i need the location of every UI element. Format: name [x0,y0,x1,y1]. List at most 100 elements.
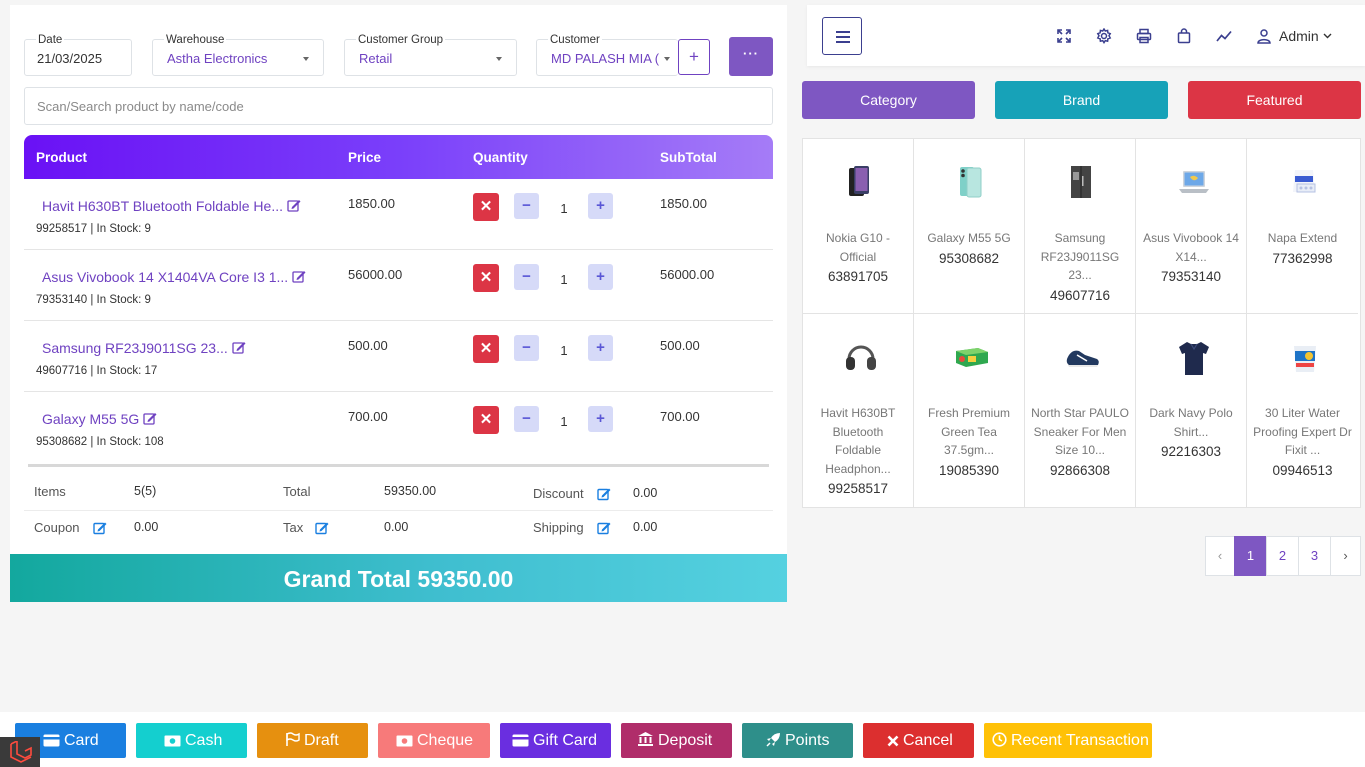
product-card[interactable]: North Star PAULO Sneaker For Men Size 10… [1025,314,1136,508]
header-product: Product [36,150,88,165]
product-code: 92216303 [1160,444,1222,459]
user-menu[interactable]: Admin [1279,28,1332,44]
credit-card-icon [43,725,60,760]
decrease-qty-button[interactable]: − [514,264,539,290]
product-card[interactable]: Havit H630BT Bluetooth Foldable Headphon… [803,314,914,508]
product-card[interactable]: Fresh Premium Green Tea 37.5gm... 1908539… [914,314,1025,508]
product-name: Napa Extend [1267,231,1338,245]
money-bill-icon [164,725,181,760]
remove-item-button[interactable]: ✕ [473,406,499,434]
increase-qty-button[interactable]: + [588,406,613,432]
date-value: 21/03/2025 [37,51,103,66]
tab-category[interactable]: Category [802,81,975,119]
pagination-page-2[interactable]: 2 [1266,536,1299,576]
edit-icon[interactable] [287,199,301,215]
tea-box-icon [954,339,988,375]
shipping-value: 0.00 [633,520,658,534]
decrease-qty-button[interactable]: − [514,406,539,432]
shirt-icon [1176,339,1209,375]
product-card[interactable]: 30 Liter Water Proofing Expert Dr Fixit … [1247,314,1358,508]
printer-icon[interactable] [1136,28,1152,44]
header-quantity: Quantity [473,150,528,165]
cart-subtotal: 1850.00 [660,196,707,211]
product-card[interactable]: Samsung RF23J9011SG 23... 49607716 [1025,139,1136,314]
remove-item-button[interactable]: ✕ [473,335,499,363]
product-card[interactable]: Napa Extend 77362998 [1247,139,1358,314]
product-card[interactable]: Dark Navy Polo Shirt... 92216303 [1136,314,1247,508]
qty-input[interactable]: 1 [554,201,574,216]
deposit-button[interactable]: Deposit [621,723,732,758]
increase-qty-button[interactable]: + [588,193,613,219]
gear-icon[interactable] [1096,27,1112,44]
bank-icon [637,725,654,760]
cart-product-meta: 99258517 | In Stock: 9 [36,223,151,235]
warehouse-select[interactable]: Warehouse Astha Electronics [152,33,324,76]
pagination-next[interactable]: › [1330,536,1361,576]
edit-coupon-icon[interactable] [93,521,107,535]
pagination-page-3[interactable]: 3 [1298,536,1331,576]
decrease-qty-button[interactable]: − [514,335,539,361]
product-card[interactable]: Nokia G10 - Official 63891705 [803,139,914,314]
product-card[interactable]: Galaxy M55 5G 95308682 [914,139,1025,314]
points-button[interactable]: Points [742,723,853,758]
qty-input[interactable]: 1 [554,343,574,358]
cart-product-name[interactable]: Samsung RF23J9011SG 23... [42,340,246,357]
cart-price: 56000.00 [348,267,403,282]
product-code: 77362998 [1272,250,1333,266]
clock-icon [992,725,1007,760]
cart-product-name[interactable]: Galaxy M55 5G [42,411,157,428]
date-field[interactable]: Date 21/03/2025 [24,33,132,76]
cancel-sale-button[interactable]: Cancel [863,723,974,758]
tax-label: Tax [283,520,304,535]
summary-divider [24,510,773,511]
pagination-page-1[interactable]: 1 [1234,536,1267,576]
product-card[interactable]: Asus Vivobook 14 X14... 79353140 [1136,139,1247,314]
shopping-bag-icon[interactable] [1176,28,1192,44]
cheque-payment-button[interactable]: Cheque [378,723,490,758]
product-code: 19085390 [938,462,1000,478]
cart-subtotal: 56000.00 [660,267,715,282]
tab-featured[interactable]: Featured [1188,81,1361,119]
fullscreen-icon[interactable] [1056,28,1072,44]
cash-payment-button[interactable]: Cash [136,723,247,758]
add-customer-button[interactable]: + [678,39,710,75]
caret-down-icon [303,57,309,61]
cart-product-name[interactable]: Havit H630BT Bluetooth Foldable He... [42,198,301,215]
product-search-input[interactable] [24,87,773,125]
remove-item-button[interactable]: ✕ [473,264,499,292]
tab-brand[interactable]: Brand [995,81,1168,119]
items-value: 5(5) [134,484,157,498]
cart-subtotal: 500.00 [660,338,700,353]
cart-product-name[interactable]: Asus Vivobook 14 X1404VA Core I3 1... [42,269,306,286]
user-icon[interactable] [1256,28,1272,44]
menu-toggle-button[interactable] [822,17,862,55]
cart-product-meta: 79353140 | In Stock: 9 [36,294,151,306]
discount-label: Discount [533,486,584,501]
product-name: Nokia G10 - Official [825,231,891,264]
edit-shipping-icon[interactable] [597,521,611,535]
draft-button[interactable]: Draft [257,723,368,758]
qty-input[interactable]: 1 [554,414,574,429]
gift-card-button[interactable]: Gift Card [500,723,611,758]
product-code: 49607716 [1049,287,1111,303]
edit-discount-icon[interactable] [597,487,611,501]
decrease-qty-button[interactable]: − [514,193,539,219]
edit-icon[interactable] [232,341,246,357]
qty-input[interactable]: 1 [554,272,574,287]
edit-tax-icon[interactable] [315,521,329,535]
more-options-button[interactable]: ··· [729,37,773,76]
recent-transaction-button[interactable]: Recent Transaction [984,723,1152,758]
phone-icon [954,164,986,200]
edit-icon[interactable] [292,270,306,286]
pagination-prev[interactable]: ‹ [1205,536,1235,576]
customer-select[interactable]: Customer MD PALASH MIA ( [536,33,678,76]
customer-group-select[interactable]: Customer Group Retail [344,33,517,76]
increase-qty-button[interactable]: + [588,264,613,290]
edit-icon[interactable] [143,412,157,428]
increase-qty-button[interactable]: + [588,335,613,361]
cart-row: Havit H630BT Bluetooth Foldable He... 99… [24,179,773,250]
cart-panel: Date 21/03/2025 Warehouse Astha Electron… [10,5,787,554]
trend-chart-icon[interactable] [1216,28,1232,44]
remove-item-button[interactable]: ✕ [473,193,499,221]
cart-price: 1850.00 [348,196,395,211]
